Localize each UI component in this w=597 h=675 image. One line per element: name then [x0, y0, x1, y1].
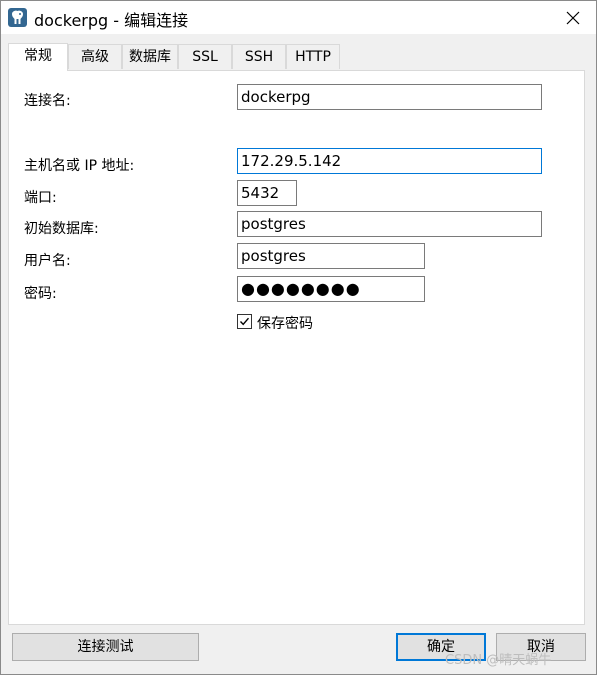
username-input[interactable]: postgres: [237, 243, 425, 269]
title-bar: dockerpg - 编辑连接: [1, 1, 596, 34]
username-label: 用户名:: [24, 253, 71, 269]
test-connection-button[interactable]: 连接测试: [12, 633, 199, 661]
port-label: 端口:: [24, 190, 57, 206]
tab-advanced[interactable]: 高级: [68, 44, 122, 69]
close-icon: [566, 11, 580, 24]
window-title: dockerpg - 编辑连接: [34, 11, 189, 30]
checkmark-icon: [239, 317, 250, 326]
tab-general[interactable]: 常规: [8, 43, 68, 71]
tab-http[interactable]: HTTP: [286, 44, 340, 69]
password-input[interactable]: ●●●●●●●●: [237, 276, 425, 302]
host-input[interactable]: 172.29.5.142: [237, 148, 542, 174]
watermark: CSDN @晴天蜗牛: [445, 653, 552, 668]
tab-ssh[interactable]: SSH: [232, 44, 286, 69]
password-label: 密码:: [24, 286, 57, 302]
initial-database-input[interactable]: postgres: [237, 211, 542, 237]
host-label: 主机名或 IP 地址:: [24, 158, 135, 174]
close-button[interactable]: [550, 1, 596, 34]
connection-name-input[interactable]: dockerpg: [237, 84, 542, 110]
postgres-elephant-icon: [8, 8, 27, 27]
connection-name-label: 连接名:: [24, 93, 71, 109]
initial-database-label: 初始数据库:: [24, 221, 99, 237]
dialog-window: dockerpg - 编辑连接 常规 高级 数据库 SSL SSH HTTP 连…: [0, 0, 597, 675]
save-password-checkbox[interactable]: [237, 314, 252, 329]
tab-database[interactable]: 数据库: [122, 44, 178, 69]
tab-ssl[interactable]: SSL: [178, 44, 232, 69]
port-input[interactable]: 5432: [237, 180, 297, 206]
save-password-label[interactable]: 保存密码: [257, 313, 313, 333]
